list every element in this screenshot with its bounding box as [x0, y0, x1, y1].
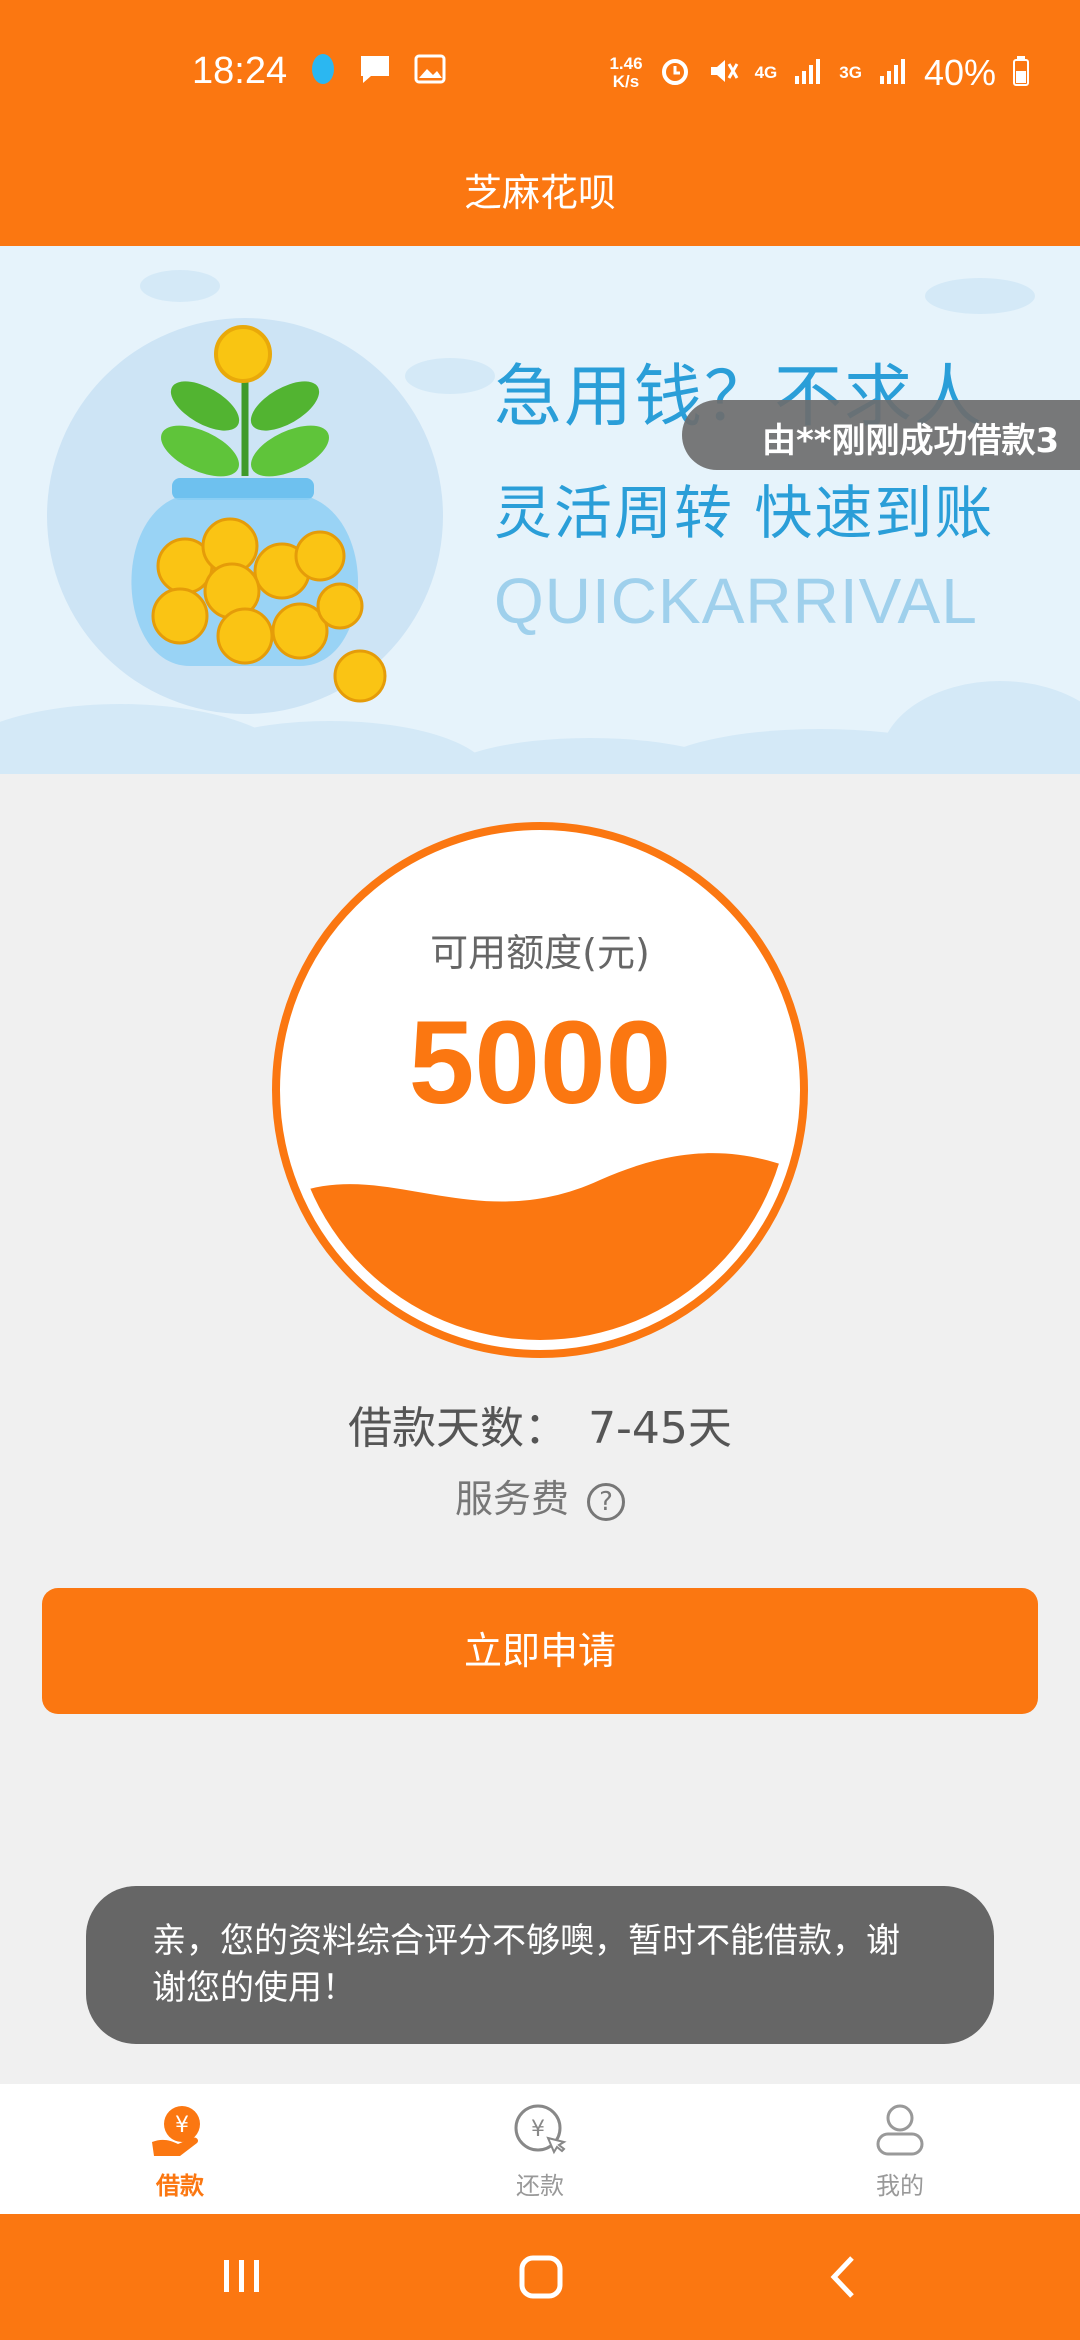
bottom-nav: ¥ 借款 ¥ 还款 我的 — [0, 2084, 1080, 2214]
repay-icon: ¥ — [510, 2104, 570, 2162]
qq-icon — [310, 52, 336, 90]
status-bar: 18:24 1.46 K/s 4G 3G 40% — [0, 0, 1080, 150]
nav-item-loan[interactable]: ¥ 借款 — [0, 2084, 360, 2214]
banner-subheadline: 灵活周转 快速到账 — [494, 479, 995, 547]
svg-text:¥: ¥ — [175, 2113, 189, 2138]
loan-hand-icon: ¥ — [150, 2106, 210, 2162]
back-icon[interactable] — [828, 2254, 858, 2304]
loan-days: 借款天数： 7-45天 — [0, 1392, 1080, 1456]
recent-apps-icon[interactable] — [220, 2256, 264, 2300]
loan-announcement-marquee: 由**刚刚成功借款3 — [682, 400, 1080, 470]
help-icon[interactable]: ? — [587, 1482, 625, 1521]
available-credit-label: 可用额度(元) — [430, 931, 650, 975]
marquee-text: 由**刚刚成功借款3 — [762, 421, 1060, 461]
nav-label-mine: 我的 — [876, 2172, 924, 2200]
nav-item-mine[interactable]: 我的 — [720, 2084, 1080, 2214]
network-3g: 3G — [839, 63, 862, 82]
alarm-icon — [659, 55, 691, 92]
nav-item-repay[interactable]: ¥ 还款 — [360, 2084, 720, 2214]
nav-label-repay: 还款 — [516, 2172, 564, 2200]
app-header: 芝麻花呗 — [0, 150, 1080, 246]
service-fee-label: 服务费 — [454, 1477, 569, 1521]
image-icon — [414, 54, 446, 88]
loan-days-value: 7-45天 — [588, 1403, 732, 1454]
signal-icon — [793, 56, 823, 91]
nav-label-loan: 借款 — [156, 2172, 204, 2200]
status-time: 18:24 — [192, 50, 288, 92]
promo-banner[interactable]: 急用钱？不求人 灵活周转 快速到账 QUICKARRIVAL — [0, 246, 1080, 774]
net-speed: 1.46 K/s — [609, 54, 643, 91]
signal-icon-2 — [878, 56, 908, 91]
system-navigation-bar — [0, 2214, 1080, 2340]
banner-english-tagline: QUICKARRIVAL — [494, 565, 978, 637]
notification-icons — [310, 52, 446, 90]
battery-percent: 40% — [923, 52, 996, 93]
message-icon — [358, 53, 392, 89]
page-title: 芝麻花呗 — [463, 171, 616, 215]
service-fee[interactable]: 服务费? — [0, 1468, 1080, 1523]
svg-text:¥: ¥ — [531, 2117, 545, 2142]
profile-icon — [870, 2104, 930, 2162]
apply-now-button[interactable]: 立即申请 — [42, 1588, 1038, 1714]
home-icon[interactable] — [518, 2254, 564, 2304]
loan-days-label: 借款天数： — [348, 1403, 569, 1454]
toast-message: 亲，您的资料综合评分不够噢，暂时不能借款，谢谢您的使用！ — [86, 1886, 994, 2044]
network-4g: 4G — [754, 63, 778, 82]
mute-icon — [707, 55, 739, 92]
system-status-icons: 1.46 K/s 4G 3G 40% — [609, 52, 1030, 94]
battery-icon — [1012, 55, 1030, 92]
available-credit-amount: 5000 — [408, 997, 672, 1129]
